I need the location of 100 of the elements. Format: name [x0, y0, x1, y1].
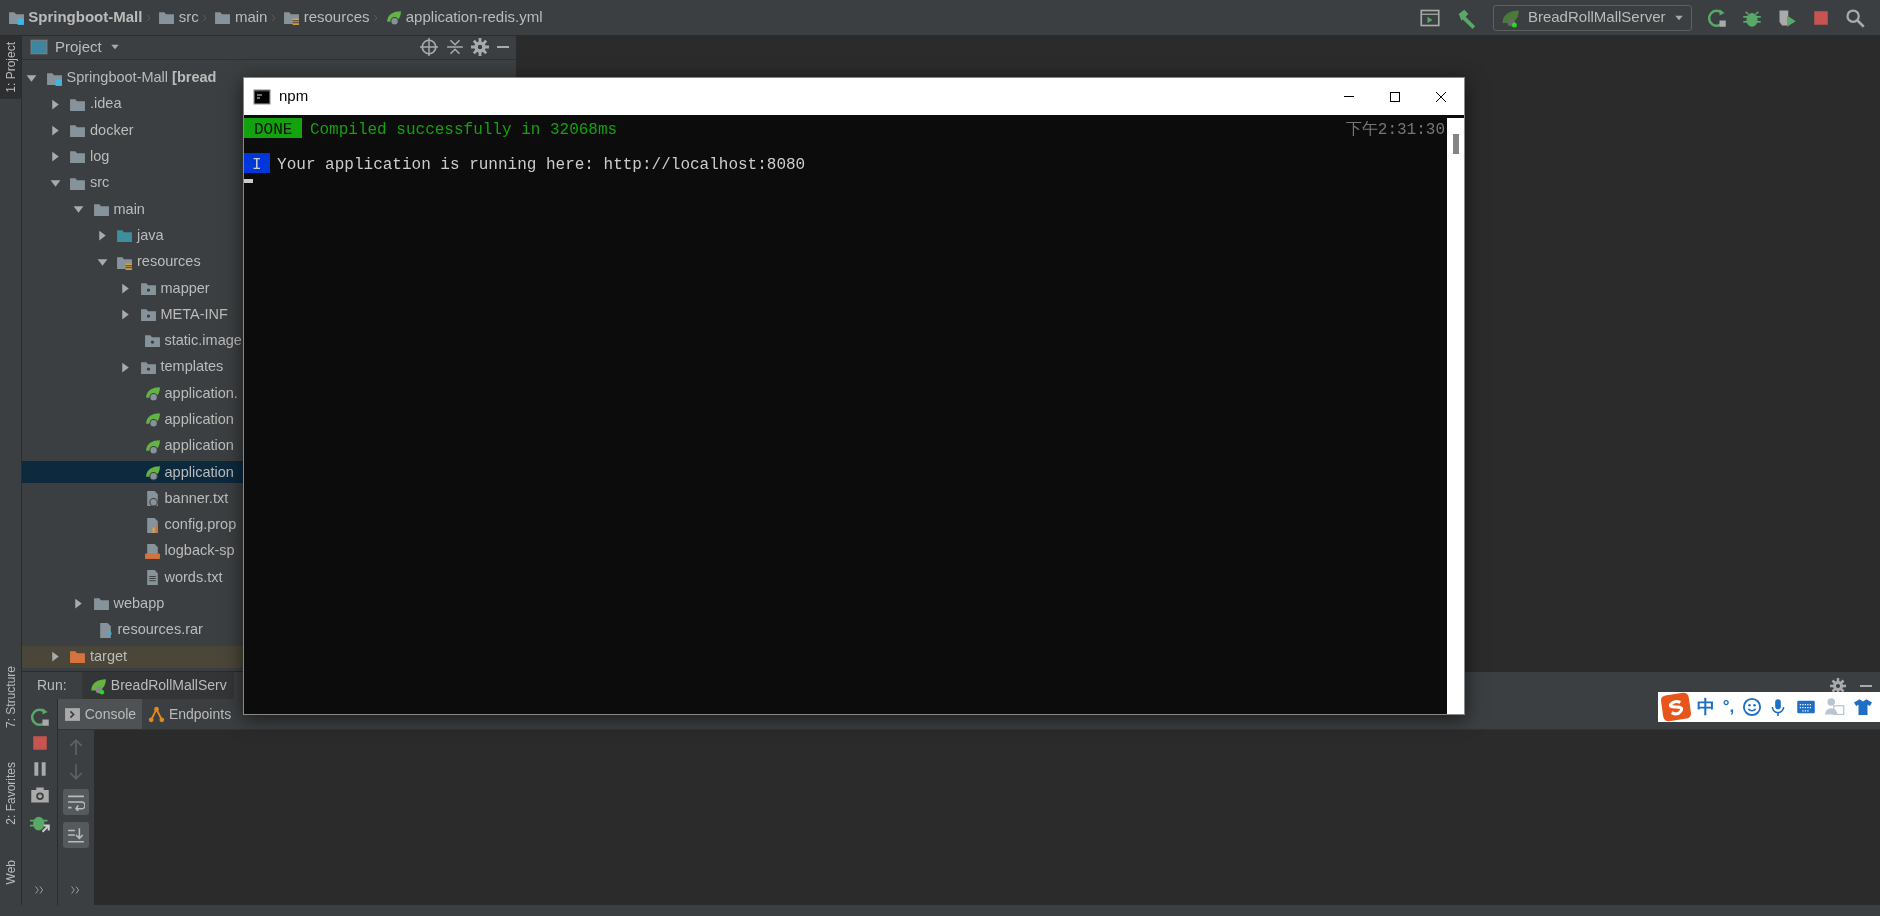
expand-arrow-icon[interactable] [119, 360, 132, 374]
tree-row[interactable]: application [22, 435, 243, 458]
minimize-icon [1344, 96, 1354, 97]
tree-item-label: application [164, 462, 234, 482]
tree-item-label: application [164, 410, 234, 429]
folder-icon [157, 9, 175, 26]
tree-row[interactable]: application [22, 461, 243, 484]
run-config-name: BreadRollMallServer [1527, 7, 1666, 28]
expand-arrow-icon[interactable] [72, 597, 85, 611]
folder-icon [116, 227, 134, 245]
endpoints-icon [148, 705, 166, 723]
expand-arrow-icon[interactable] [119, 281, 132, 295]
scroll-to-end-button[interactable] [63, 822, 89, 848]
breadcrumb-item[interactable]: Springboot-Mall [28, 6, 143, 29]
tree-row[interactable]: src [22, 172, 243, 195]
panel-icon [29, 38, 48, 57]
tree-row[interactable]: target [22, 645, 243, 668]
tree-row[interactable]: mapper [22, 277, 243, 300]
file-icon [143, 542, 161, 560]
tree-item-label: static.image [164, 331, 242, 351]
tree-item-label: src [90, 173, 110, 193]
tree-row[interactable]: Springboot-Mall [bread [22, 67, 243, 89]
leaf-icon [143, 437, 161, 455]
minimize-icon[interactable] [1860, 684, 1872, 687]
search-icon[interactable] [1845, 7, 1865, 28]
leaf-icon [89, 676, 108, 695]
settings-icon[interactable] [471, 38, 489, 57]
folder-icon [92, 201, 110, 218]
tree-row[interactable]: static.image [22, 329, 243, 352]
rerun-icon[interactable] [29, 706, 50, 727]
tree-item-label: target [90, 646, 128, 666]
expand-arrow-icon[interactable] [119, 308, 132, 322]
minimize-icon[interactable] [496, 46, 509, 49]
log-message: Your application is running here: http://localhost:8080 [277, 155, 806, 173]
project-icon [7, 9, 25, 26]
collapse-arrow-icon[interactable] [72, 203, 85, 216]
tree-item-label: docker [90, 120, 134, 140]
breadcrumb-item[interactable]: application-redis.yml [405, 6, 543, 29]
tree-item-label: application. [164, 383, 238, 403]
folder-icon [92, 595, 110, 613]
panel-title[interactable]: Project [55, 36, 102, 59]
tree-item-label: banner.txt [164, 488, 229, 508]
tree-row[interactable]: words.txt [22, 566, 243, 589]
tree-row[interactable]: java [22, 224, 243, 247]
terminal-icon[interactable] [1419, 7, 1442, 28]
tree-item-label: META-INF [160, 304, 228, 324]
tree-item-label: application [164, 436, 234, 456]
tree-row[interactable]: application [22, 408, 243, 431]
soft-wrap-button[interactable] [63, 788, 89, 815]
smiley-icon[interactable] [1741, 697, 1762, 717]
tree-row[interactable]: main [22, 198, 243, 221]
collapse-icon[interactable] [445, 38, 464, 57]
side-tab[interactable]: Web [0, 853, 21, 890]
status-badge: I [244, 153, 270, 173]
tree-item-label: .idea [90, 94, 122, 114]
tree-row[interactable]: templates [22, 356, 243, 379]
tree-row[interactable]: META-INF [22, 303, 243, 326]
console-tab[interactable]: Console [58, 699, 143, 729]
tree-row[interactable]: resources [22, 251, 243, 274]
log-message: Compiled successfully in 32068ms [309, 120, 618, 138]
breadcrumb-item[interactable]: main [234, 6, 268, 29]
folder-icon [214, 9, 232, 26]
breadcrumb-item[interactable]: resources [303, 6, 370, 29]
tree-row[interactable]: docker [22, 119, 243, 142]
tree-row[interactable]: logback-sp [22, 540, 243, 563]
side-tab[interactable]: 2: Favorites [0, 756, 21, 832]
timestamp: 下午2:31:30 [1345, 120, 1445, 138]
tab-label: Endpoints [168, 704, 232, 724]
stop-icon[interactable] [30, 734, 49, 752]
tree-row[interactable]: resources.rar [22, 619, 243, 642]
leaf-icon [143, 411, 161, 429]
punctuation-mode[interactable]: °, [1722, 694, 1735, 720]
run-tab[interactable]: BreadRollMallServ [81, 672, 235, 699]
breadcrumb-item[interactable]: src [178, 6, 199, 29]
leaf-icon [385, 9, 403, 26]
tree-row[interactable]: .idea [22, 93, 243, 116]
folder-icon [69, 148, 87, 166]
side-tab[interactable]: 7: Structure [0, 659, 21, 734]
tree-row[interactable]: log [22, 145, 243, 168]
tree-row[interactable]: webapp [22, 592, 243, 615]
shirt-icon[interactable] [1853, 697, 1872, 717]
ime-mode[interactable]: 中 [1697, 693, 1716, 721]
rerun-icon[interactable] [1707, 7, 1727, 28]
package-icon [143, 332, 161, 350]
leaf-icon [143, 463, 161, 481]
text-cursor [244, 179, 253, 183]
tree-row[interactable]: banner.txt [22, 487, 243, 510]
scroll-end-icon [67, 826, 85, 844]
side-tab[interactable]: 1: Project [0, 36, 21, 99]
tree-item-label: webapp [113, 594, 165, 614]
tree-item-label: words.txt [164, 567, 223, 587]
stop-icon[interactable] [1812, 8, 1830, 27]
camera-icon[interactable] [29, 785, 50, 805]
tree-row[interactable]: application. [22, 382, 243, 405]
run-config-dropdown[interactable]: BreadRollMallServer [1493, 4, 1692, 31]
tree-item-label: main [113, 199, 145, 219]
window-title: npm [279, 86, 309, 107]
locate-icon[interactable] [420, 38, 438, 57]
tree-row[interactable]: config.prop [22, 514, 243, 537]
tab-label: Console [84, 704, 137, 724]
